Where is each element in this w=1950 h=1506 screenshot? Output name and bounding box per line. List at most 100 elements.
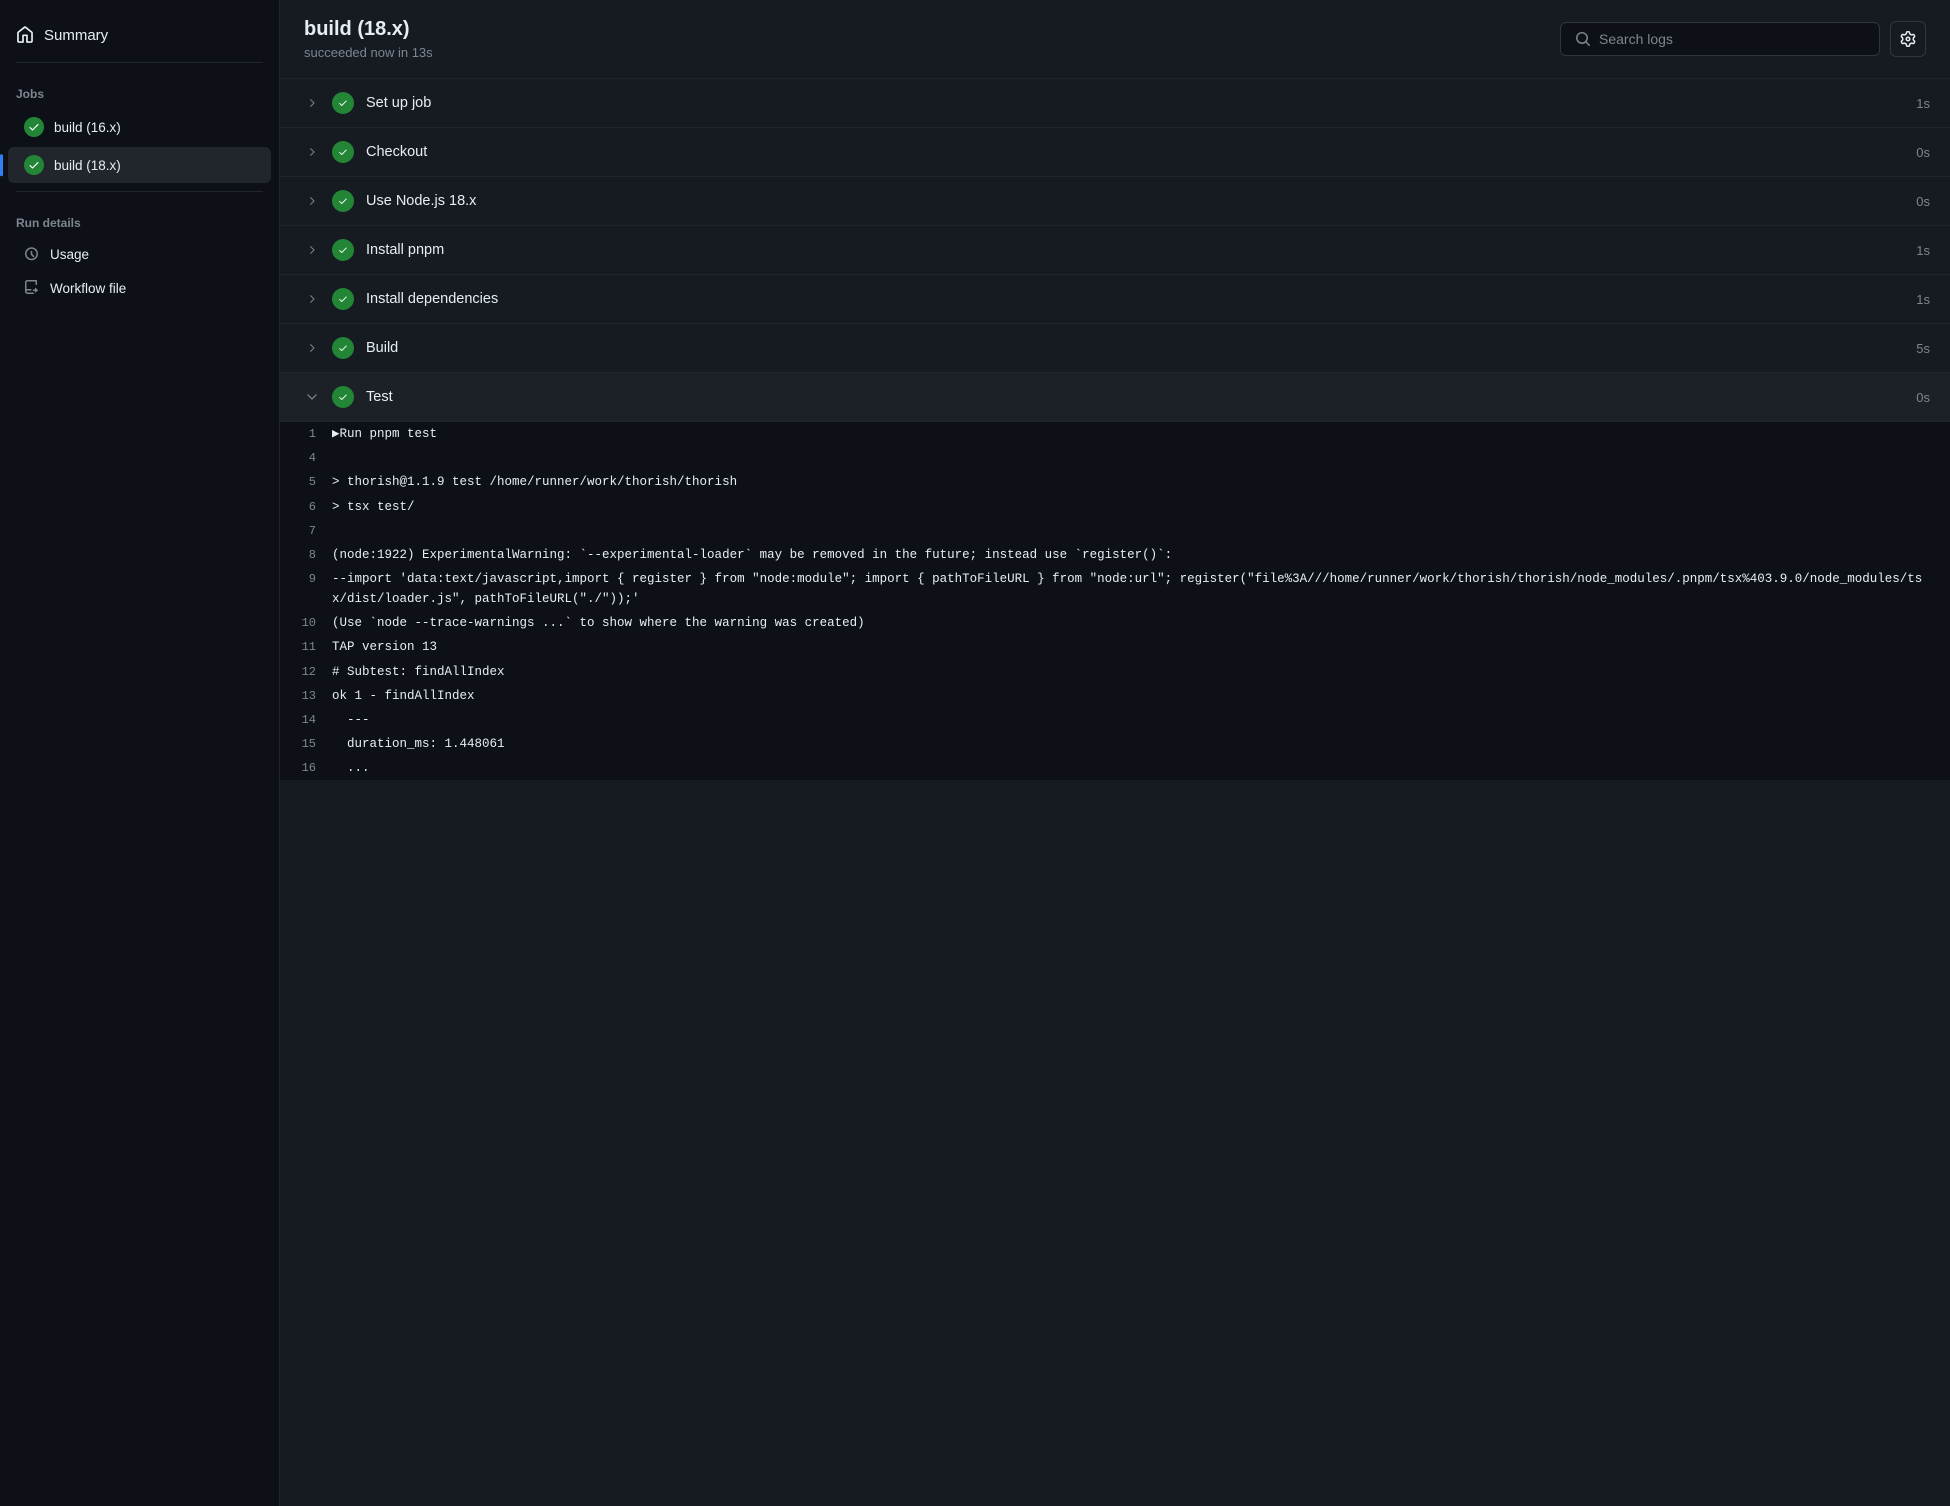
settings-button[interactable] <box>1890 21 1926 57</box>
step-success-icon <box>332 239 354 261</box>
chevron-right-icon <box>300 336 324 360</box>
log-line-content: ok 1 - findAllIndex <box>332 686 1934 706</box>
home-icon <box>16 26 34 44</box>
log-line-content: (Use `node --trace-warnings ...` to show… <box>332 613 1934 633</box>
step-success-icon <box>332 92 354 114</box>
step-success-icon <box>332 190 354 212</box>
step-row-test[interactable]: Test 0s <box>280 373 1950 421</box>
log-line: 6> tsx test/ <box>280 495 1950 519</box>
step-row-checkout[interactable]: Checkout 0s <box>280 128 1950 177</box>
step-success-icon <box>332 141 354 163</box>
log-line: 10(Use `node --trace-warnings ...` to sh… <box>280 611 1950 635</box>
search-icon <box>1575 31 1591 47</box>
step-name: Install pnpm <box>366 242 1916 258</box>
step-name: Checkout <box>366 144 1916 160</box>
job-title-area: build (18.x) succeeded now in 13s <box>304 18 433 60</box>
step-duration: 1s <box>1916 243 1930 258</box>
step-success-icon <box>332 337 354 359</box>
sidebar: Summary Jobs build (16.x) build (18.x) R… <box>0 0 280 1506</box>
step-name: Build <box>366 340 1916 356</box>
step-duration: 5s <box>1916 341 1930 356</box>
log-line-number: 6 <box>280 497 332 517</box>
search-gear-area <box>1560 21 1926 57</box>
log-line: 8(node:1922) ExperimentalWarning: `--exp… <box>280 543 1950 567</box>
search-box[interactable] <box>1560 22 1880 56</box>
gear-icon <box>1900 31 1916 47</box>
job-subtitle: succeeded now in 13s <box>304 45 433 60</box>
chevron-right-icon <box>300 238 324 262</box>
step-duration: 0s <box>1916 194 1930 209</box>
sidebar-summary-link[interactable]: Summary <box>0 16 279 54</box>
log-line-number: 9 <box>280 569 332 589</box>
summary-label: Summary <box>44 27 108 44</box>
step-duration: 1s <box>1916 96 1930 111</box>
step-name: Use Node.js 18.x <box>366 193 1916 209</box>
log-line-number: 12 <box>280 662 332 682</box>
log-line-content: (node:1922) ExperimentalWarning: `--expe… <box>332 545 1934 565</box>
log-line: 9--import 'data:text/javascript,import {… <box>280 567 1950 611</box>
log-line-number: 16 <box>280 758 332 778</box>
step-duration: 0s <box>1916 145 1930 160</box>
step-name: Set up job <box>366 95 1916 111</box>
log-line-number: 7 <box>280 521 332 541</box>
log-line-number: 11 <box>280 637 332 657</box>
step-success-icon <box>332 386 354 408</box>
step-name: Test <box>366 389 1916 405</box>
workflow-icon <box>24 280 40 296</box>
log-line: 14 --- <box>280 708 1950 732</box>
log-line-number: 13 <box>280 686 332 706</box>
chevron-right-icon <box>300 91 324 115</box>
log-line: 13ok 1 - findAllIndex <box>280 684 1950 708</box>
step-row-build[interactable]: Build 5s <box>280 324 1950 373</box>
log-line-content: # Subtest: findAllIndex <box>332 662 1934 682</box>
step-duration: 1s <box>1916 292 1930 307</box>
log-line-content: > thorish@1.1.9 test /home/runner/work/t… <box>332 472 1934 492</box>
step-success-icon <box>332 288 354 310</box>
log-line-number: 8 <box>280 545 332 565</box>
log-panel: 1▶Run pnpm test45> thorish@1.1.9 test /h… <box>280 421 1950 780</box>
log-line-content: duration_ms: 1.448061 <box>332 734 1934 754</box>
step-name: Install dependencies <box>366 291 1916 307</box>
log-line: 16 ... <box>280 756 1950 780</box>
usage-label: Usage <box>50 247 89 262</box>
chevron-right-icon <box>300 287 324 311</box>
log-line: 12# Subtest: findAllIndex <box>280 660 1950 684</box>
sidebar-item-build-18[interactable]: build (18.x) <box>8 147 271 183</box>
log-line: 5> thorish@1.1.9 test /home/runner/work/… <box>280 470 1950 494</box>
job-success-icon <box>24 117 44 137</box>
job-label: build (18.x) <box>54 158 121 173</box>
log-line-content: --import 'data:text/javascript,import { … <box>332 569 1934 609</box>
step-row-install-pnpm[interactable]: Install pnpm 1s <box>280 226 1950 275</box>
log-line: 4 <box>280 446 1950 470</box>
log-line-content: TAP version 13 <box>332 637 1934 657</box>
search-input[interactable] <box>1599 31 1865 47</box>
job-header: build (18.x) succeeded now in 13s <box>280 0 1950 79</box>
log-line: 7 <box>280 519 1950 543</box>
log-line-content: ▶Run pnpm test <box>332 424 1934 444</box>
log-line: 15 duration_ms: 1.448061 <box>280 732 1950 756</box>
job-success-icon <box>24 155 44 175</box>
log-line: 1▶Run pnpm test <box>280 422 1950 446</box>
log-line-number: 4 <box>280 448 332 468</box>
sidebar-divider <box>16 62 263 63</box>
log-line: 11TAP version 13 <box>280 635 1950 659</box>
job-title: build (18.x) <box>304 18 433 41</box>
log-line-number: 1 <box>280 424 332 444</box>
log-line-number: 10 <box>280 613 332 633</box>
run-details-label: Run details <box>0 200 279 236</box>
log-line-number: 15 <box>280 734 332 754</box>
step-row-setup-job[interactable]: Set up job 1s <box>280 79 1950 128</box>
sidebar-item-build-16[interactable]: build (16.x) <box>8 109 271 145</box>
job-label: build (16.x) <box>54 120 121 135</box>
step-row-use-node[interactable]: Use Node.js 18.x 0s <box>280 177 1950 226</box>
log-line-content: --- <box>332 710 1934 730</box>
chevron-down-icon <box>300 385 324 409</box>
log-line-number: 5 <box>280 472 332 492</box>
sidebar-item-usage[interactable]: Usage <box>8 238 271 270</box>
sidebar-item-workflow[interactable]: Workflow file <box>8 272 271 304</box>
step-row-install-deps[interactable]: Install dependencies 1s <box>280 275 1950 324</box>
main-content: build (18.x) succeeded now in 13s <box>280 0 1950 1506</box>
log-line-number: 14 <box>280 710 332 730</box>
sidebar-divider-2 <box>16 191 263 192</box>
timer-icon <box>24 246 40 262</box>
